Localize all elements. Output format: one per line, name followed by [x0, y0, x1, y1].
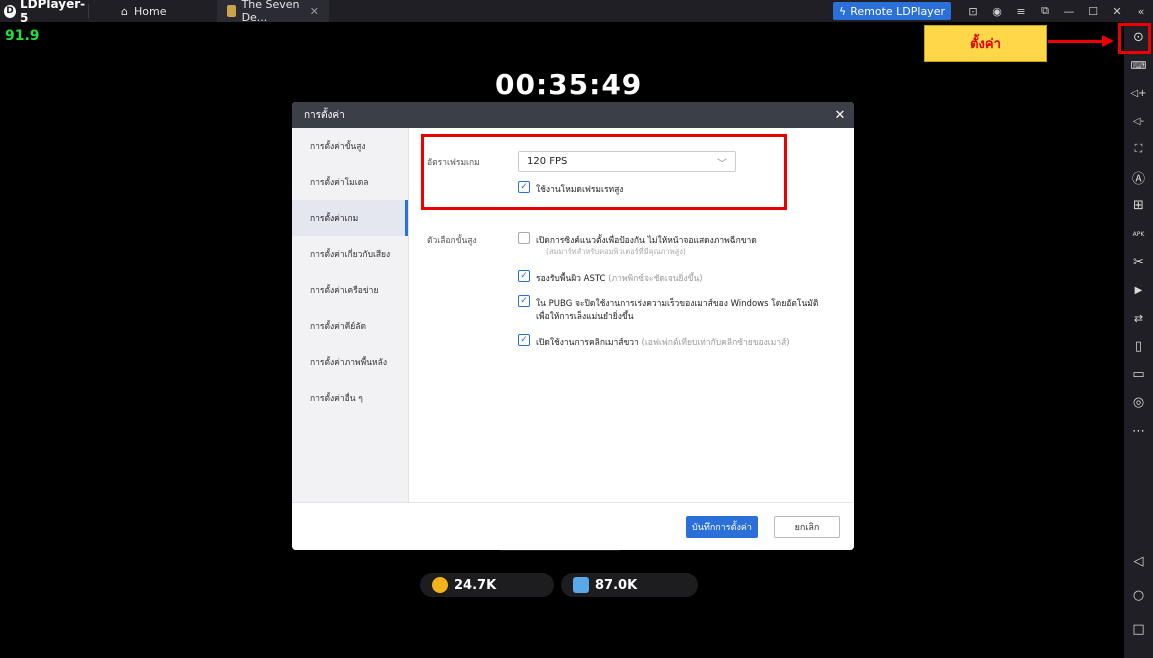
gold-currency: 24.7K: [420, 573, 554, 597]
nav-game[interactable]: การตั้งค่าเกม: [292, 200, 408, 236]
fps-counter: 91.9: [5, 28, 40, 44]
dialog-title: การตั้งค่า: [304, 109, 345, 121]
apk-install-icon[interactable]: APK: [1124, 222, 1153, 246]
astc-option: รองรับพื้นผิว ASTC (ภาพพิกซ์จะชัดเจนยิ่ง…: [536, 271, 703, 285]
nav-model[interactable]: การตั้งค่าโมเดล: [292, 164, 408, 200]
nav-advanced[interactable]: การตั้งค่าขั้นสูง: [292, 128, 408, 164]
collapse-sidebar-icon[interactable]: «: [1129, 0, 1153, 22]
add-window-icon[interactable]: ⊞: [1124, 193, 1153, 217]
close-window-icon[interactable]: ✕: [1105, 0, 1129, 22]
account-icon[interactable]: ◉: [985, 0, 1009, 22]
shake-icon[interactable]: ▯: [1124, 334, 1153, 358]
auto-click-icon[interactable]: Ⓐ: [1124, 165, 1153, 189]
astc-label: รองรับพื้นผิว ASTC: [536, 274, 606, 284]
vsync-hint: (สมมาร์ทสำหรับคอมพิวเตอร์ที่มีคุณภาพสูง): [546, 247, 686, 256]
nav-wallpaper[interactable]: การตั้งค่าภาพพื้นหลัง: [292, 344, 408, 380]
right-click-checkbox[interactable]: ✓: [518, 334, 530, 346]
gem-icon: [573, 577, 589, 593]
nav-other[interactable]: การตั้งค่าอื่น ๆ: [292, 380, 408, 416]
nav-shortcuts[interactable]: การตั้งค่าคีย์ลัด: [292, 308, 408, 344]
minimize-icon[interactable]: —: [1057, 0, 1081, 22]
right-click-label: เปิดใช้งานการคลิกเมาส์ขวา: [536, 338, 639, 348]
callout-arrow: [1048, 40, 1104, 43]
gem-amount: 87.0K: [595, 577, 638, 593]
volume-up-icon[interactable]: ◁+: [1124, 81, 1153, 105]
tab-game[interactable]: The Seven De... ✕: [217, 0, 329, 24]
settings-nav: การตั้งค่าขั้นสูง การตั้งค่าโมเดล การตั้…: [292, 128, 409, 502]
frame-rate-highlight: [421, 134, 787, 210]
sync-icon[interactable]: ⇄: [1124, 306, 1153, 330]
more-icon[interactable]: ⋯: [1124, 419, 1153, 443]
recent-apps-icon[interactable]: □: [1124, 617, 1153, 641]
location-icon[interactable]: ◎: [1124, 390, 1153, 414]
tab-home[interactable]: ⌂ Home: [89, 0, 217, 22]
nav-network[interactable]: การตั้งค่าเครือข่าย: [292, 272, 408, 308]
home-icon: ⌂: [121, 4, 128, 18]
save-settings-button[interactable]: บันทึกการตั้งค่า: [686, 516, 758, 538]
lightning-icon: ϟ: [838, 4, 847, 18]
home-nav-icon[interactable]: ○: [1124, 583, 1153, 607]
restore-icon[interactable]: ⧉: [1033, 0, 1057, 22]
right-click-sub: (เอฟเฟกต์เทียบเท่ากับคลิกซ้ายของเมาส์): [641, 338, 790, 348]
cancel-button[interactable]: ยกเลิก: [774, 516, 840, 538]
settings-icon-highlight: [1118, 23, 1151, 54]
dialog-footer: บันทึกการตั้งค่า ยกเลิก: [292, 502, 854, 550]
record-icon[interactable]: ▶: [1124, 278, 1153, 302]
vsync-label: เปิดการซิงค์แนวตั้งเพื่อป้องกัน ไม่ให้หน…: [536, 236, 757, 246]
nav-audio[interactable]: การตั้งค่าเกี่ยวกับเสียง: [292, 236, 408, 272]
astc-sub: (ภาพพิกซ์จะชัดเจนยิ่งขึ้น): [608, 274, 703, 284]
right-toolbar: ⊙ ⌨ ◁+ ◁- ⛶ Ⓐ ⊞ APK ✂ ▶ ⇄ ▯ ▭ ◎ ⋯ ◁ ○ □: [1124, 22, 1153, 658]
vsync-checkbox[interactable]: [518, 232, 530, 244]
right-click-option: เปิดใช้งานการคลิกเมาส์ขวา (เอฟเฟกต์เทียบ…: [536, 335, 790, 349]
astc-checkbox[interactable]: ✓: [518, 270, 530, 282]
pubg-mouse-checkbox[interactable]: ✓: [518, 295, 530, 307]
gold-coin-icon: [432, 577, 448, 593]
close-tab-icon[interactable]: ✕: [310, 5, 319, 18]
remote-label: Remote LDPlayer: [850, 4, 945, 18]
tab-label: The Seven De...: [241, 0, 300, 24]
maximize-icon[interactable]: ☐: [1081, 0, 1105, 22]
back-icon[interactable]: ◁: [1124, 549, 1153, 573]
pubg-mouse-label: ใน PUBG จะปิดใช้งานการเร่งความเร็วของเมา…: [536, 299, 819, 309]
pubg-mouse-label-2: เพื่อให้การเล็งแม่นยำยิ่งขึ้น: [536, 312, 634, 322]
fullscreen-icon[interactable]: ⛶: [1124, 137, 1153, 161]
gold-amount: 24.7K: [454, 577, 497, 593]
menu-icon[interactable]: ≡: [1009, 0, 1033, 22]
scissors-icon[interactable]: ✂: [1124, 250, 1153, 274]
app-logo: D LDPlayer-5: [0, 0, 88, 25]
game-thumbnail-icon: [227, 5, 236, 17]
tab-label: Home: [133, 4, 167, 18]
callout-arrow-head: [1102, 35, 1114, 47]
remote-ldplayer-button[interactable]: ϟ Remote LDPlayer: [832, 2, 951, 20]
game-timer: 00:35:49: [495, 68, 643, 101]
dialog-close-icon[interactable]: ✕: [826, 108, 854, 123]
advanced-options-label: ตัวเลือกขั้นสูง: [427, 236, 477, 246]
app-name: LDPlayer-5: [20, 0, 86, 25]
gamepad-icon[interactable]: ⊡: [961, 0, 985, 22]
title-bar: D LDPlayer-5 ⌂ Home The Seven De... ✕ ϟ …: [0, 0, 1153, 25]
keyboard-icon[interactable]: ⌨: [1124, 53, 1153, 77]
volume-down-icon[interactable]: ◁-: [1124, 109, 1153, 133]
dialog-header: การตั้งค่า ✕: [292, 102, 854, 128]
gem-currency: 87.0K: [561, 573, 698, 597]
settings-callout: ตั้งค่า: [924, 25, 1047, 62]
ldplayer-logo-icon: D: [4, 4, 17, 18]
folder-icon[interactable]: ▭: [1124, 362, 1153, 386]
